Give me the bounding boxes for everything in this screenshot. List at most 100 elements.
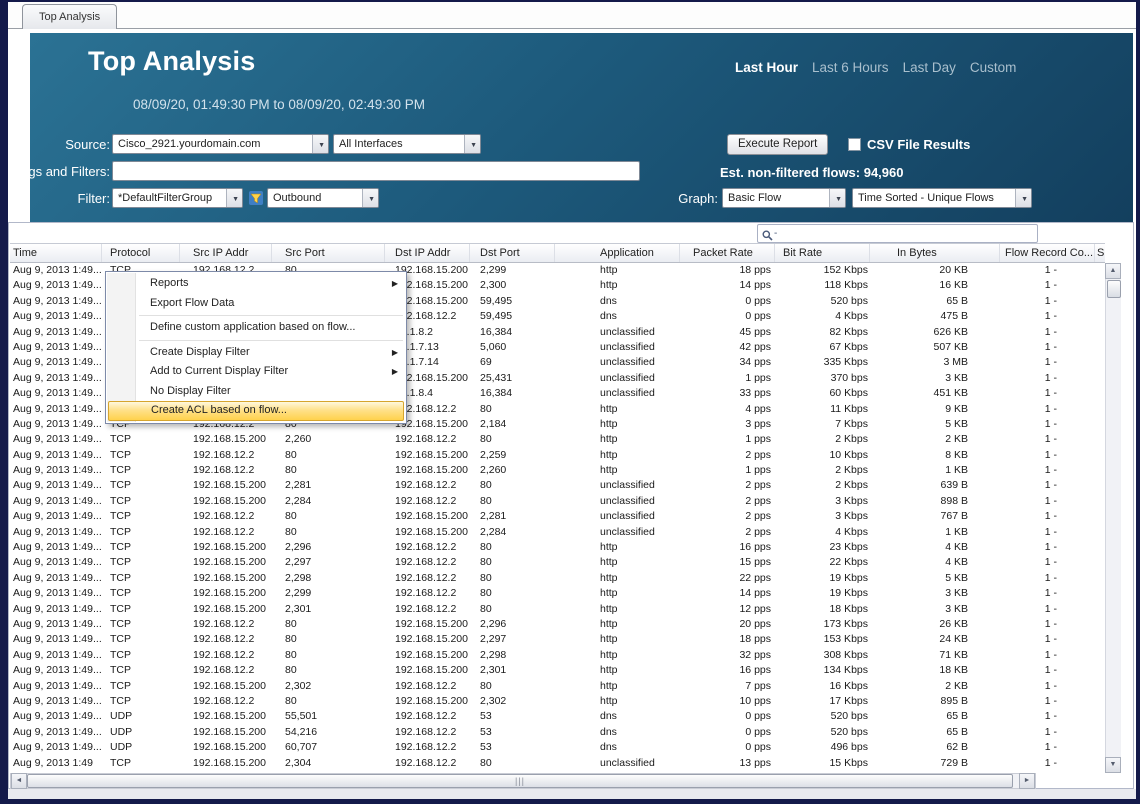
table-row[interactable]: Aug 9, 2013 1:49...TCP192.168.15.2002,29…	[10, 555, 1105, 570]
column-header[interactable]: Packet Rate	[680, 244, 775, 263]
cell	[1095, 325, 1105, 340]
column-header[interactable]: Dst Port	[470, 244, 555, 263]
cell: TCP	[102, 602, 180, 617]
horizontal-scroll-thumb[interactable]: |||	[27, 774, 1013, 788]
table-row[interactable]: Aug 9, 2013 1:49...TCP192.168.15.2002,29…	[10, 586, 1105, 601]
csv-checkbox[interactable]	[848, 138, 861, 151]
cell: 192.168.15.200	[385, 617, 470, 632]
column-header[interactable]: Protocol	[102, 244, 180, 263]
cell: http	[555, 632, 680, 647]
cell: 18 KB	[870, 663, 1000, 678]
vertical-scrollbar[interactable]: ▲ ▼	[1105, 263, 1121, 773]
cell: 192.168.15.200	[385, 632, 470, 647]
table-row[interactable]: Aug 9, 2013 1:49...TCP192.168.15.2002,30…	[10, 602, 1105, 617]
cell: 173 Kbps	[775, 617, 870, 632]
column-header[interactable]: Src Port	[272, 244, 385, 263]
cell: Aug 9, 2013 1:49...	[10, 555, 102, 570]
cell: Aug 9, 2013 1:49...	[10, 325, 102, 340]
cell: 3 Kbps	[775, 494, 870, 509]
chevron-down-icon: ▼	[835, 191, 842, 208]
table-row[interactable]: Aug 9, 2013 1:49...UDP192.168.15.20055,5…	[10, 709, 1105, 724]
scroll-left-icon[interactable]: ◄	[11, 773, 27, 789]
cell: 2,299	[470, 263, 555, 278]
direction-select[interactable]: Outbound ▼	[267, 188, 379, 208]
cell: http	[555, 571, 680, 586]
grid-search-field[interactable]: -	[757, 224, 1038, 243]
source-select[interactable]: Cisco_2921.yourdomain.com ▼	[112, 134, 329, 154]
cell: 2,301	[470, 663, 555, 678]
cell: 2,304	[272, 756, 385, 771]
cell: 192.168.12.2	[385, 740, 470, 755]
table-row[interactable]: Aug 9, 2013 1:49...TCP192.168.12.280192.…	[10, 617, 1105, 632]
table-row[interactable]: Aug 9, 2013 1:49...TCP192.168.15.2002,29…	[10, 571, 1105, 586]
column-header[interactable]: Sr	[1095, 244, 1105, 263]
cell	[1095, 694, 1105, 709]
table-row[interactable]: Aug 9, 2013 1:49...TCP192.168.12.280192.…	[10, 632, 1105, 647]
column-header[interactable]: Application	[555, 244, 680, 263]
time-link-last-hour[interactable]: Last Hour	[735, 60, 798, 75]
table-row[interactable]: Aug 9, 2013 1:49...UDP192.168.15.20060,7…	[10, 740, 1105, 755]
table-row[interactable]: Aug 9, 2013 1:49...TCP192.168.15.2002,29…	[10, 540, 1105, 555]
scroll-down-icon[interactable]: ▼	[1105, 757, 1121, 773]
graph-type-select[interactable]: Basic Flow ▼	[722, 188, 846, 208]
menu-item-create-acl-based-on-flow[interactable]: Create ACL based on flow...	[108, 401, 404, 421]
cell	[1095, 602, 1105, 617]
execute-report-button[interactable]: Execute Report	[727, 134, 828, 155]
cell	[1095, 679, 1105, 694]
menu-item-create-display-filter[interactable]: Create Display Filter▶	[106, 343, 406, 363]
table-row[interactable]: Aug 9, 2013 1:49...TCP192.168.15.2002,30…	[10, 679, 1105, 694]
cell: 153 Kbps	[775, 632, 870, 647]
tags-input[interactable]	[112, 161, 640, 181]
vertical-scroll-thumb[interactable]	[1107, 280, 1121, 298]
interfaces-select[interactable]: All Interfaces ▼	[333, 134, 481, 154]
sort-mode-select[interactable]: Time Sorted - Unique Flows ▼	[852, 188, 1032, 208]
cell: http	[555, 540, 680, 555]
cell: 80	[272, 663, 385, 678]
table-row[interactable]: Aug 9, 2013 1:49...TCP192.168.15.2002,26…	[10, 432, 1105, 447]
time-link-last-6-hours[interactable]: Last 6 Hours	[812, 60, 889, 75]
menu-item-reports[interactable]: Reports▶	[106, 274, 406, 294]
column-header[interactable]: Time	[10, 244, 102, 263]
cell: 71 KB	[870, 648, 1000, 663]
cell: 34 pps	[680, 355, 775, 370]
column-header[interactable]: In Bytes	[870, 244, 1000, 263]
scroll-up-icon[interactable]: ▲	[1105, 263, 1121, 279]
column-header[interactable]: Src IP Addr	[180, 244, 272, 263]
cell: 192.168.12.2	[180, 448, 272, 463]
table-row[interactable]: Aug 9, 2013 1:49...TCP192.168.12.280192.…	[10, 463, 1105, 478]
time-link-custom[interactable]: Custom	[970, 60, 1017, 75]
cell: 192.168.12.2	[180, 632, 272, 647]
submenu-arrow-icon: ▶	[392, 274, 398, 294]
cell: 2,296	[470, 617, 555, 632]
scroll-right-icon[interactable]: ►	[1019, 773, 1035, 789]
cell: 65 B	[870, 709, 1000, 724]
time-link-last-day[interactable]: Last Day	[903, 60, 956, 75]
table-row[interactable]: Aug 9, 2013 1:49...TCP192.168.12.280192.…	[10, 694, 1105, 709]
table-row[interactable]: Aug 9, 2013 1:49...TCP192.168.12.280192.…	[10, 525, 1105, 540]
table-row[interactable]: Aug 9, 2013 1:49...TCP192.168.12.280192.…	[10, 648, 1105, 663]
menu-item-label: Export Flow Data	[150, 297, 234, 309]
search-input[interactable]	[777, 226, 1033, 241]
menu-item-add-to-current-display-filter[interactable]: Add to Current Display Filter▶	[106, 362, 406, 382]
table-row[interactable]: Aug 9, 2013 1:49...TCP192.168.15.2002,28…	[10, 478, 1105, 493]
table-row[interactable]: Aug 9, 2013 1:49...TCP192.168.15.2002,28…	[10, 494, 1105, 509]
filter-group-select[interactable]: *DefaultFilterGroup ▼	[112, 188, 243, 208]
column-header[interactable]: Bit Rate	[775, 244, 870, 263]
table-row[interactable]: Aug 9, 2013 1:49...TCP192.168.12.280192.…	[10, 509, 1105, 524]
horizontal-scrollbar[interactable]: ◄ ||| ►	[10, 773, 1036, 789]
table-row[interactable]: Aug 9, 2013 1:49...UDP192.168.15.20054,2…	[10, 725, 1105, 740]
column-header[interactable]: Flow Record Co...	[1000, 244, 1095, 263]
tab-top-analysis[interactable]: Top Analysis	[22, 4, 117, 29]
table-row[interactable]: Aug 9, 2013 1:49...TCP192.168.12.280192.…	[10, 448, 1105, 463]
cell: 626 KB	[870, 325, 1000, 340]
column-header[interactable]: Dst IP Addr	[385, 244, 470, 263]
cell: Aug 9, 2013 1:49...	[10, 386, 102, 401]
cell: unclassified	[555, 355, 680, 370]
menu-item-no-display-filter[interactable]: No Display Filter	[106, 382, 406, 402]
menu-item-export-flow-data[interactable]: Export Flow Data	[106, 294, 406, 314]
table-row[interactable]: Aug 9, 2013 1:49...TCP192.168.12.280192.…	[10, 663, 1105, 678]
filter-icon[interactable]	[248, 190, 264, 206]
menu-item-define-custom-application-based-on-flow[interactable]: Define custom application based on flow.…	[106, 318, 406, 338]
cell: 80	[470, 432, 555, 447]
table-row[interactable]: Aug 9, 2013 1:49TCP192.168.15.2002,30419…	[10, 756, 1105, 771]
